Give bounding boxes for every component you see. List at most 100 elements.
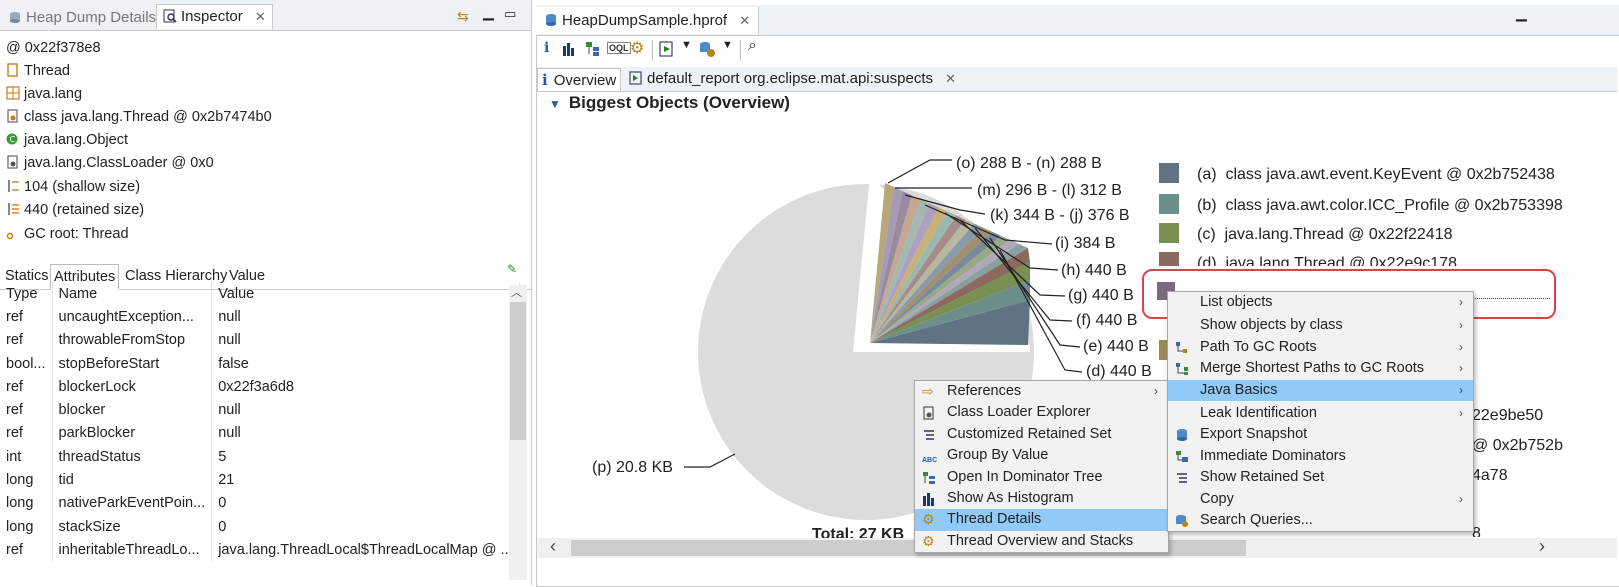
table-row[interactable]: bool... stopBeforeStart false (0, 351, 520, 376)
tab-heap-dump-details[interactable]: Heap Dump Details (2, 6, 162, 30)
retained-set-icon (1177, 473, 1187, 483)
menu-item-show-as-histogram[interactable]: Show As Histogram (915, 488, 1168, 509)
table-row[interactable]: ref throwableFromStop null (0, 328, 520, 352)
dominator-tree-icon[interactable] (585, 41, 601, 57)
cell-value: 0 (211, 491, 520, 515)
menu-item-export-snapshot[interactable]: Export Snapshot (1168, 424, 1473, 445)
cell-type: ref (0, 398, 53, 422)
submenu-arrow-icon: › (1459, 295, 1463, 309)
table-row[interactable]: ref uncaughtException... null (0, 305, 520, 329)
legend-item-c[interactable]: (c) java.lang.Thread @ 0x22f22418 (1159, 223, 1453, 247)
chevron-down-icon[interactable]: ▼ (722, 39, 733, 51)
menu-item-class-loader-explorer[interactable]: Class Loader Explorer (915, 402, 1168, 423)
gc-root-icon (6, 232, 14, 240)
cell-name: nativeParkEventPoin... (52, 491, 213, 515)
attributes-table: Type Name Value ref uncaughtException... n… (0, 282, 520, 562)
vertical-scroll-thumb[interactable] (510, 302, 526, 440)
class-file-icon (7, 109, 18, 123)
oql-icon[interactable]: OQL (607, 42, 631, 54)
table-row[interactable]: long nativeParkEventPoin... 0 (0, 491, 520, 515)
pin-icon[interactable]: ✎ (507, 262, 517, 276)
table-row[interactable]: long tid 21 (0, 468, 520, 492)
menu-item-list-objects[interactable]: List objects › (1168, 292, 1473, 313)
minimize-icon[interactable]: ▁ (1516, 5, 1527, 22)
scroll-left-icon[interactable]: ‹ (550, 536, 556, 557)
link-with-editor-icon[interactable]: ⇆ (457, 8, 469, 25)
table-row[interactable]: long stackSize 0 (0, 514, 520, 539)
legend-item-a[interactable]: (a) class java.awt.event.KeyEvent @ 0x2b… (1159, 163, 1555, 187)
tab-inspector[interactable]: Inspector ✕ (156, 4, 273, 29)
cell-value: false (211, 351, 520, 376)
property-package: java.lang (6, 83, 82, 105)
tab-overview[interactable]: i Overview (537, 68, 622, 91)
collapse-triangle-icon[interactable]: ▼ (549, 97, 561, 111)
scroll-right-icon[interactable]: › (1539, 536, 1545, 557)
column-header-name[interactable]: Name (52, 282, 213, 306)
table-row[interactable]: ref inheritableThreadLo... java.lang.Threa… (0, 538, 520, 562)
menu-item-thread-overview[interactable]: ⚙ Thread Overview and Stacks (915, 531, 1168, 552)
legend-swatch (1159, 163, 1179, 183)
menu-item-copy[interactable]: Copy › (1168, 489, 1473, 510)
cell-name: stackSize (52, 514, 213, 539)
minimize-icon[interactable]: ▁ (483, 4, 494, 21)
scroll-up-icon[interactable]: ︿ (511, 284, 522, 300)
retained-size-icon (8, 203, 19, 215)
property-class-name: Thread (6, 60, 70, 82)
tab-default-report[interactable]: default_report org.eclipse.mat.api:suspe… (625, 68, 960, 90)
menu-item-show-objects-by-class[interactable]: Show objects by class › (1168, 315, 1473, 336)
menu-item-immediate-dominators[interactable]: Immediate Dominators (1168, 446, 1473, 467)
query-browser-icon[interactable] (698, 40, 716, 58)
submenu-arrow-icon: › (1459, 318, 1463, 333)
property-retained-size: 440 (retained size) (6, 199, 144, 221)
column-header-value[interactable]: Value (211, 282, 520, 306)
maximize-icon[interactable]: ▭ (504, 6, 516, 22)
histogram-icon[interactable] (562, 42, 576, 56)
cell-type: long (0, 468, 53, 492)
cell-name: blockerLock (52, 375, 213, 399)
table-row[interactable]: int threadStatus 5 (0, 445, 520, 469)
property-gc-root: GC root: Thread (6, 223, 129, 245)
property-class: class java.lang.Thread @ 0x2b7474b0 (6, 106, 272, 128)
menu-item-leak-identification[interactable]: Leak Identification › (1168, 403, 1473, 424)
close-icon[interactable]: ✕ (945, 71, 956, 86)
legend-item-b[interactable]: (b) class java.awt.color.ICC_Profile @ 0… (1159, 194, 1563, 218)
cell-name: stopBeforeStart (52, 351, 213, 376)
pie-label-h: (h) 440 B (1061, 262, 1127, 279)
menu-item-references[interactable]: ⇨ References › (915, 381, 1168, 402)
menu-item-merge-shortest-paths[interactable]: Merge Shortest Paths to GC Roots › (1168, 358, 1473, 379)
property-classloader: java.lang.ClassLoader @ 0x0 (6, 152, 214, 174)
menu-item-thread-details[interactable]: ⚙ Thread Details (915, 509, 1168, 531)
cell-name: blocker (52, 398, 213, 422)
export-icon (1177, 429, 1187, 442)
table-row[interactable]: ref parkBlocker null (0, 421, 520, 446)
submenu-arrow-icon: › (1459, 339, 1463, 354)
table-row[interactable]: ref blockerLock 0x22f3a6d8 (0, 375, 520, 399)
property-address: @ 0x22f378e8 (6, 40, 101, 56)
table-row[interactable]: ref blocker null (0, 398, 520, 422)
menu-item-path-to-gc-roots[interactable]: Path To GC Roots › (1168, 337, 1473, 358)
cell-name: parkBlocker (52, 421, 213, 446)
info-icon[interactable]: i (544, 40, 549, 56)
menu-item-group-by-value[interactable]: ABC Group By Value (915, 445, 1168, 466)
chevron-down-icon[interactable]: ▼ (681, 39, 692, 51)
pie-label-p: (p) 20.8 KB (592, 459, 673, 476)
menu-item-open-in-dominator-tree[interactable]: Open In Dominator Tree (915, 467, 1168, 488)
tab-heapdump[interactable]: HeapDumpSample.hprof ✕ (536, 7, 760, 34)
column-header-type[interactable]: Type (0, 282, 53, 306)
menu-item-show-retained-set[interactable]: Show Retained Set (1168, 467, 1473, 488)
classloader-icon (7, 155, 18, 169)
legend-item-d[interactable]: (d) java.lang.Thread @ 0x22e9c178 (1159, 252, 1457, 266)
merge-paths-icon (1176, 363, 1188, 376)
legend-swatch (1159, 252, 1179, 266)
close-icon[interactable]: ✕ (255, 9, 266, 24)
menu-item-search-queries[interactable]: Search Queries... (1168, 510, 1473, 531)
shallow-size-icon (8, 180, 19, 192)
submenu-arrow-icon: › (1459, 405, 1463, 420)
menu-item-java-basics[interactable]: Java Basics › (1168, 379, 1473, 401)
close-icon[interactable]: ✕ (739, 13, 750, 28)
menu-item-customized-retained-set[interactable]: Customized Retained Set (915, 424, 1168, 445)
search-icon[interactable]: ⌕ (748, 37, 757, 55)
cell-type: long (0, 514, 53, 539)
run-report-icon[interactable] (659, 41, 675, 57)
gear-icon[interactable]: ⚙ (630, 38, 644, 58)
